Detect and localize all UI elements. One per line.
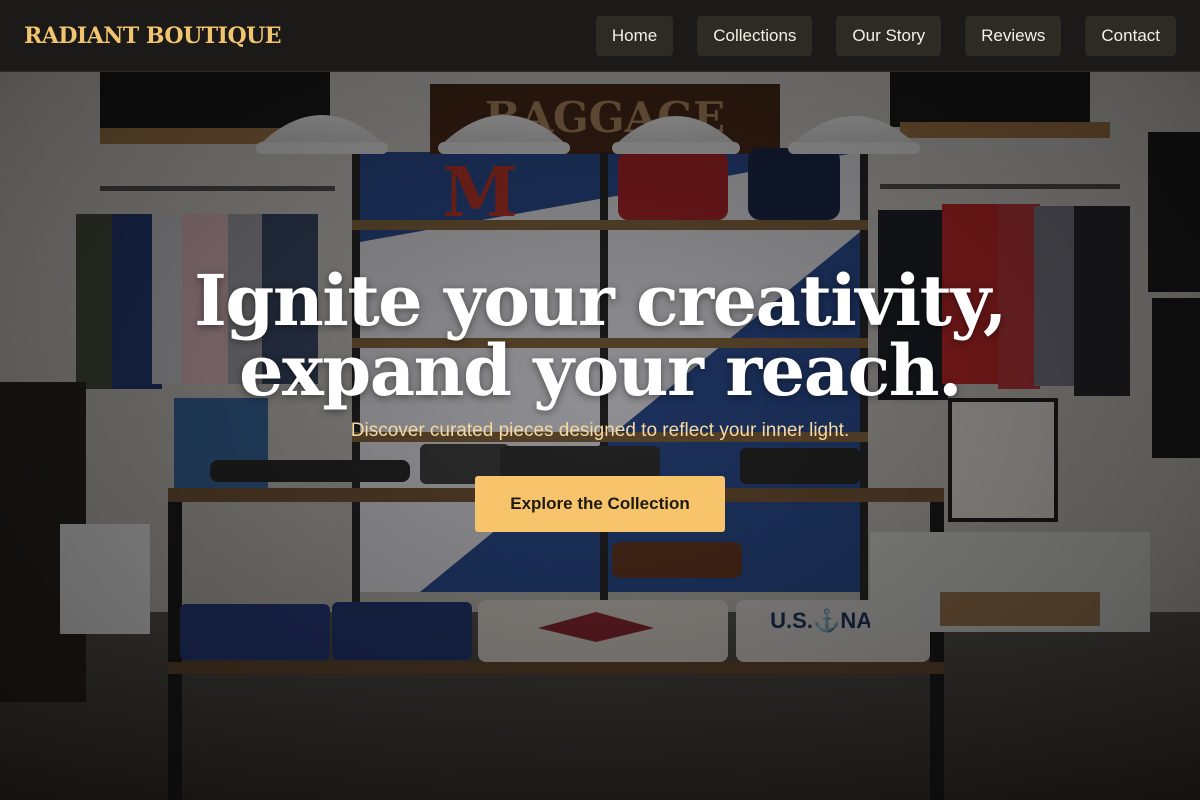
brand-logo[interactable]: RADIANT BOUTIQUE	[24, 23, 282, 49]
hero-section: BAGGAGE M	[0, 72, 1200, 800]
headline-line-2: expand your reach.	[239, 329, 962, 412]
nav-our-story[interactable]: Our Story	[836, 15, 942, 56]
nav-collections[interactable]: Collections	[697, 15, 813, 56]
hero-subhead: Discover curated pieces designed to refl…	[350, 420, 850, 441]
hero-headline: Ignite your creativity, expand your reac…	[194, 259, 1007, 412]
hero-content: Ignite your creativity, expand your reac…	[0, 72, 1200, 800]
site-header: RADIANT BOUTIQUE Home Collections Our St…	[0, 0, 1200, 72]
headline-line-1: Ignite your creativity,	[194, 259, 1007, 342]
nav-contact[interactable]: Contact	[1085, 15, 1176, 56]
main-nav: Home Collections Our Story Reviews Conta…	[595, 15, 1176, 56]
nav-reviews[interactable]: Reviews	[965, 15, 1062, 56]
explore-collection-button[interactable]: Explore the Collection	[475, 476, 725, 532]
nav-home[interactable]: Home	[595, 15, 674, 56]
